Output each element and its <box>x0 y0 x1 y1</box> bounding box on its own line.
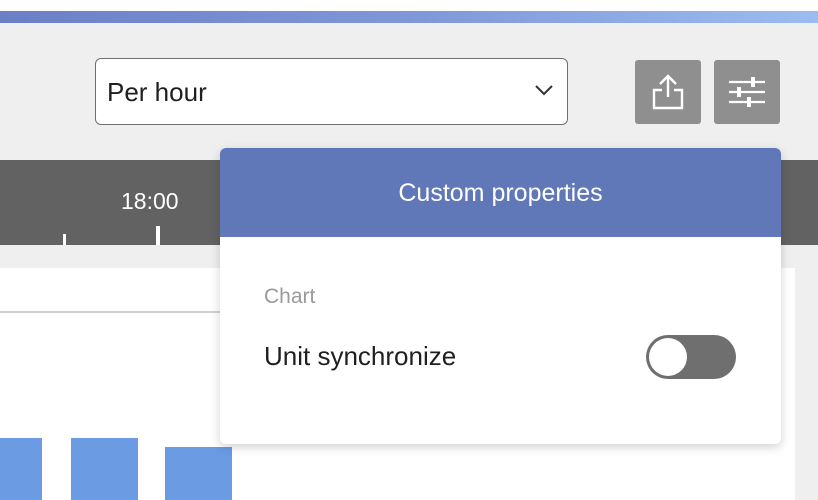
unit-synchronize-label: Unit synchronize <box>264 341 457 371</box>
chevron-down-icon <box>535 85 553 96</box>
period-select-value: Per hour <box>107 77 207 107</box>
top-accent-bar <box>0 11 818 23</box>
unit-synchronize-toggle[interactable] <box>646 335 736 379</box>
section-label-chart: Chart <box>264 285 316 308</box>
share-button[interactable] <box>635 60 701 124</box>
chart-grid-line <box>0 311 230 313</box>
share-icon <box>652 74 684 110</box>
custom-properties-popup: Custom properties Chart Unit synchronize <box>220 148 781 444</box>
period-select[interactable]: Per hour <box>95 58 568 125</box>
timeline-time-label: 18:00 <box>121 188 179 214</box>
popup-header: Custom properties <box>220 148 781 237</box>
chart-bar <box>165 447 232 500</box>
timeline-tick-minor <box>63 234 66 245</box>
chart-bar <box>0 438 42 500</box>
settings-button[interactable] <box>714 60 780 124</box>
popup-title: Custom properties <box>398 179 603 207</box>
chart-bar <box>71 438 138 500</box>
timeline-tick-major <box>156 226 160 245</box>
sliders-icon <box>729 77 765 107</box>
toggle-knob <box>649 338 687 376</box>
